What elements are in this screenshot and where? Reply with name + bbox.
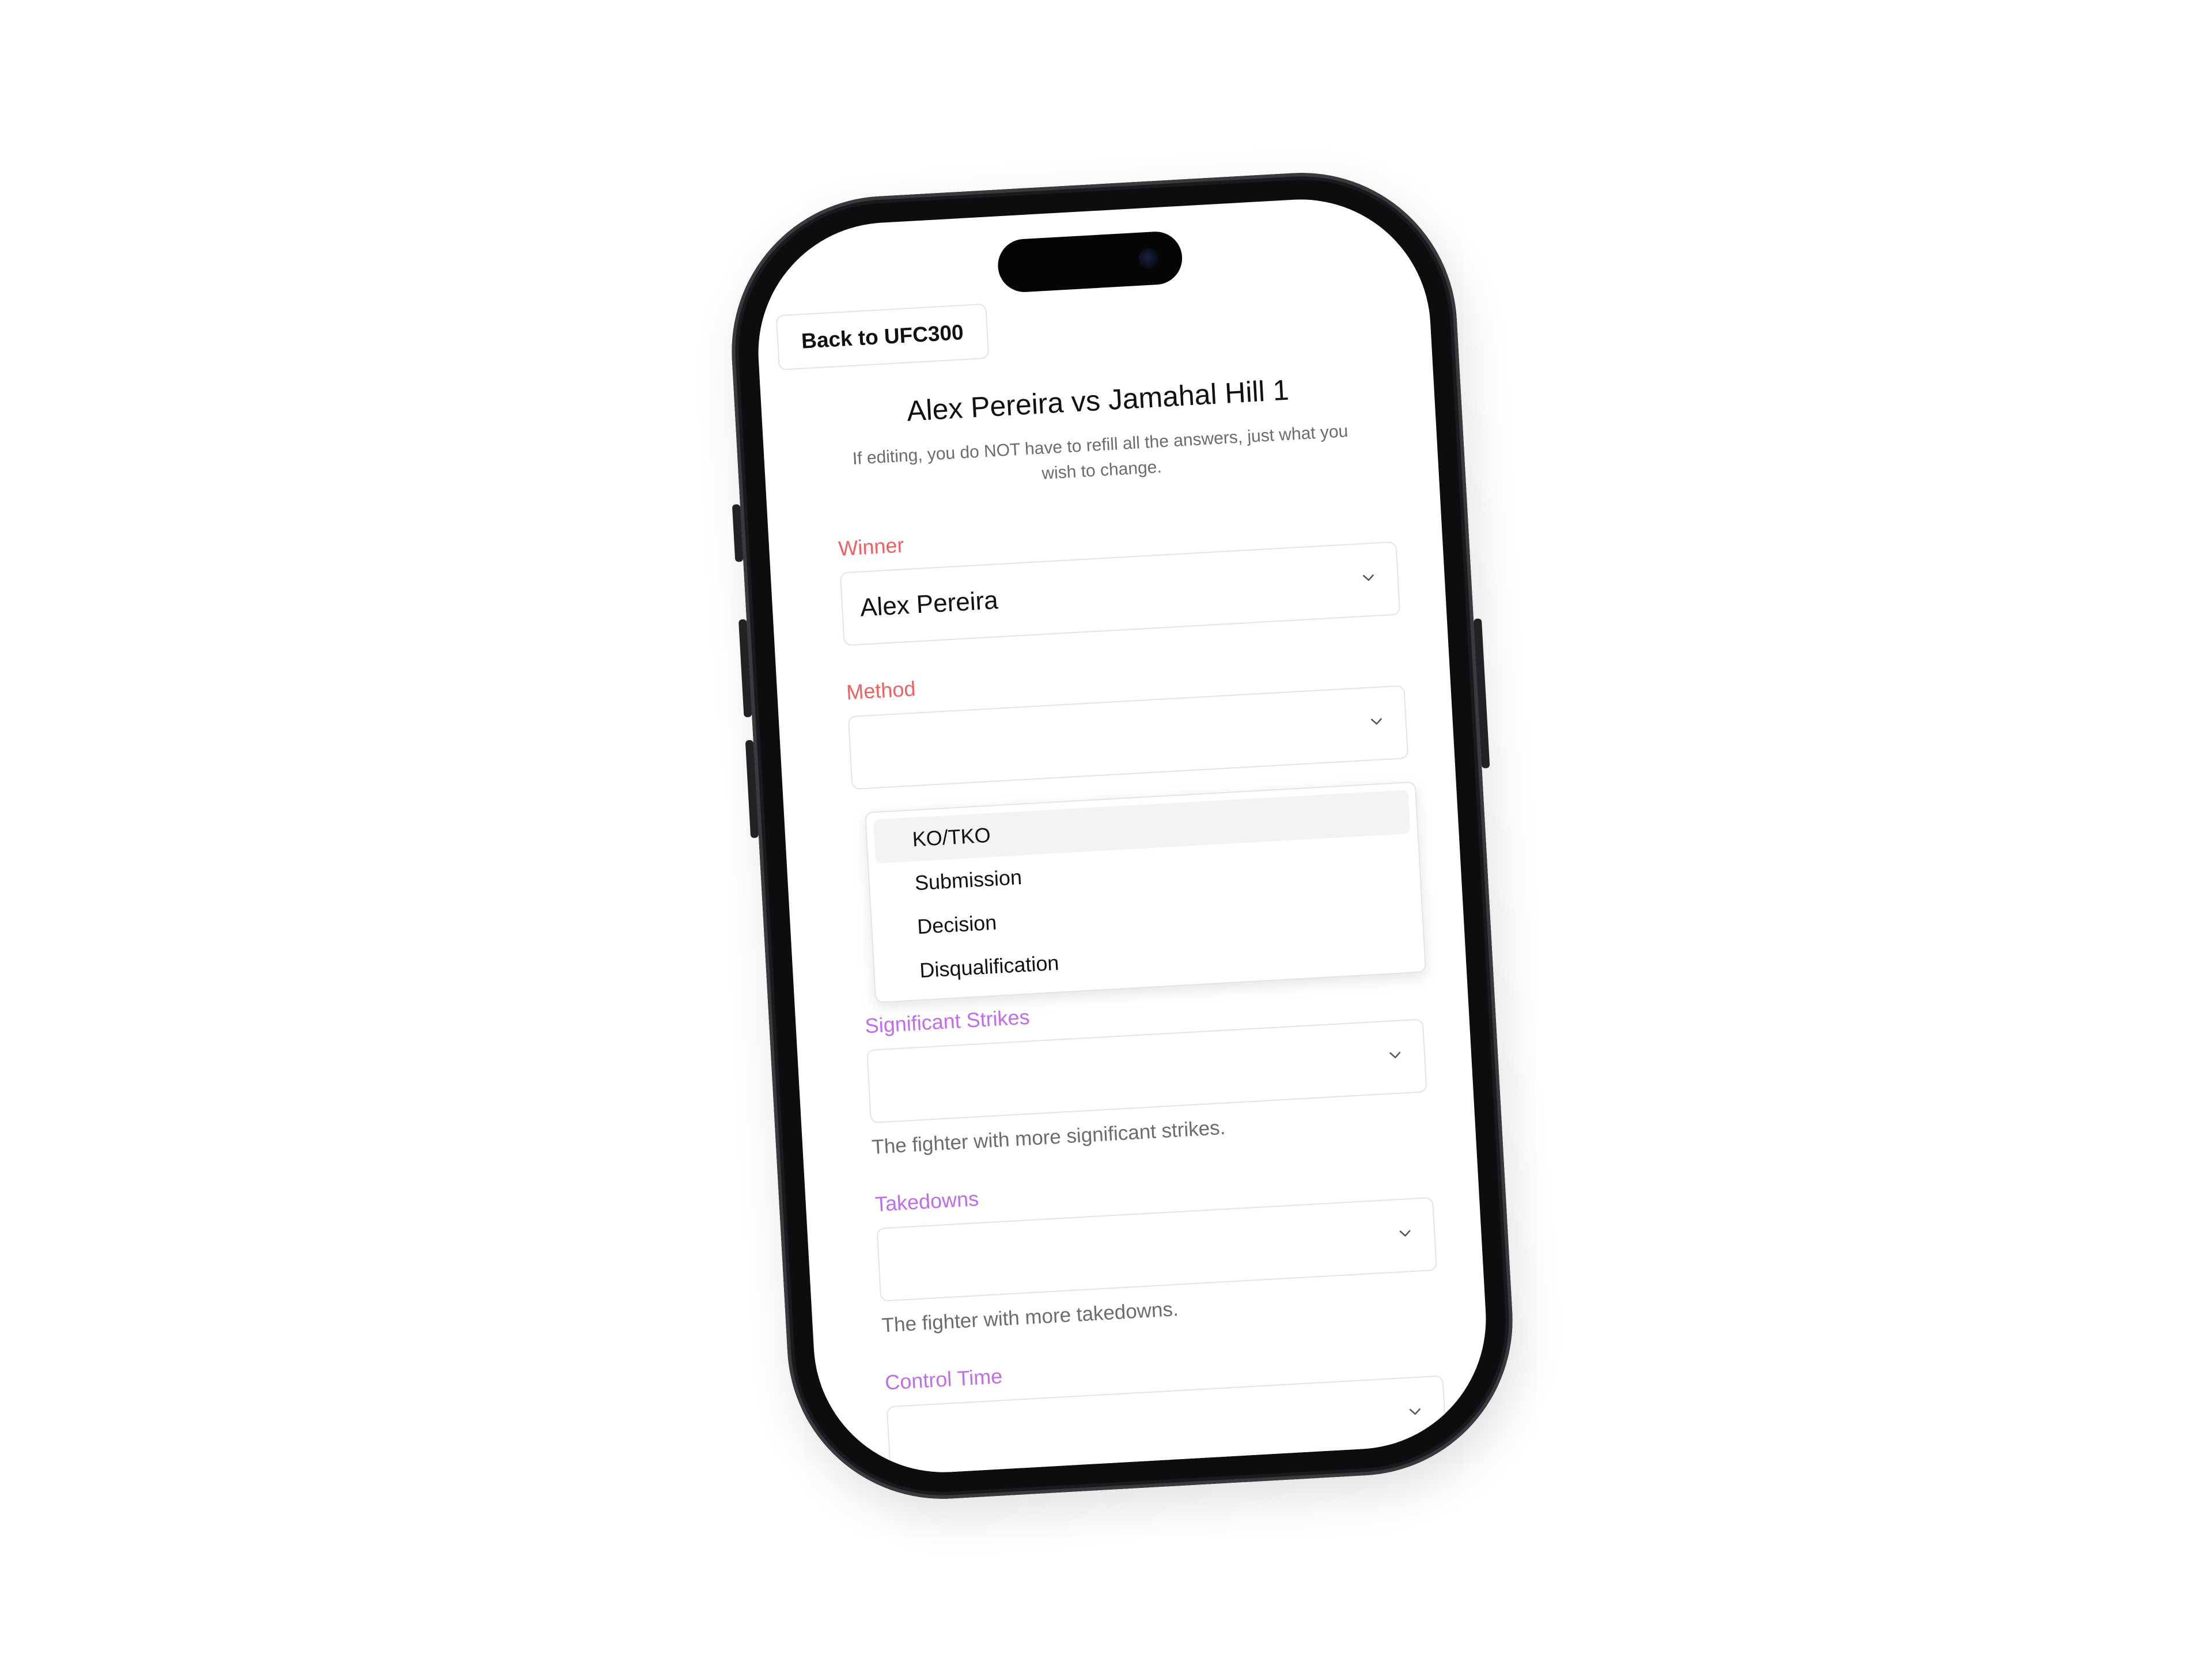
phone-frame: Back to UFC300 Alex Pereira vs Jamahal H… (723, 164, 1521, 1508)
power-button (1473, 618, 1490, 768)
dynamic-island (996, 230, 1184, 294)
chevron-down-icon (1399, 1230, 1411, 1237)
action-button (732, 504, 744, 562)
chevron-down-icon (1409, 1408, 1421, 1415)
stage: Back to UFC300 Alex Pereira vs Jamahal H… (0, 0, 2212, 1659)
control-time-select[interactable] (886, 1375, 1448, 1479)
significant-strikes-field: Significant Strikes The fighter with mor… (865, 983, 1430, 1159)
phone-screen: Back to UFC300 Alex Pereira vs Jamahal H… (751, 192, 1493, 1479)
page-content: Back to UFC300 Alex Pereira vs Jamahal H… (751, 192, 1493, 1479)
method-field: Method (846, 649, 1409, 790)
method-dropdown-menu: KO/TKO Submission Decision Disqualificat… (865, 781, 1427, 1003)
method-select[interactable] (847, 685, 1409, 790)
takedowns-field: Takedowns The fighter with more takedown… (874, 1161, 1440, 1338)
chevron-down-icon (1389, 1051, 1401, 1059)
chevron-down-icon (1370, 718, 1382, 725)
control-time-field: Control Time The fighter with more contr… (884, 1339, 1449, 1479)
back-button[interactable]: Back to UFC300 (775, 303, 990, 371)
volume-up-button (738, 619, 752, 718)
winner-field: Winner Alex Pereira (838, 506, 1401, 646)
takedowns-select[interactable] (876, 1196, 1437, 1302)
volume-down-button (745, 740, 759, 838)
winner-select-value: Alex Pereira (859, 586, 999, 622)
page-subtitle: If editing, you do NOT have to refill al… (852, 422, 1349, 483)
significant-strikes-select[interactable] (866, 1018, 1427, 1124)
camera-icon (1138, 247, 1160, 270)
winner-select[interactable]: Alex Pereira (839, 541, 1401, 646)
chevron-down-icon (1362, 574, 1374, 581)
